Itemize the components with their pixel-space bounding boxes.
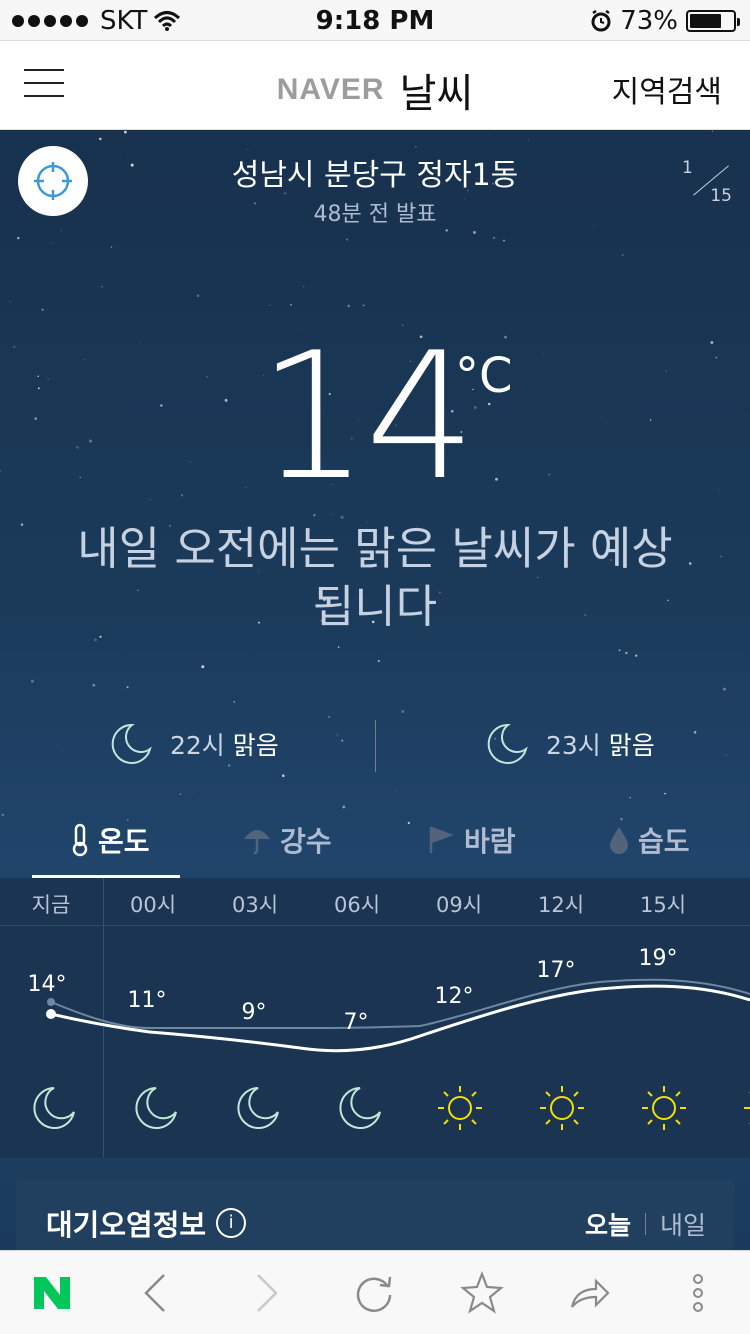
sun-icon: [540, 1086, 584, 1130]
temp-label: 12°: [434, 984, 474, 1009]
tab-wind[interactable]: 바람: [428, 820, 516, 860]
moon-icon: [237, 1087, 279, 1129]
temp-label: 9°: [241, 1000, 267, 1025]
status-bar: SKT 9:18 PM 73%: [0, 0, 750, 40]
temperature-unit: °C: [455, 348, 513, 404]
pager-total: 15: [710, 186, 732, 206]
temp-label: 7°: [343, 1010, 369, 1035]
more-icon[interactable]: [676, 1271, 720, 1315]
temp-label: 19°: [638, 946, 678, 971]
short-forecast: 22시 맑음 23시 맑음: [0, 715, 750, 785]
browser-toolbar: [0, 1250, 750, 1334]
location-pager[interactable]: 1 15: [678, 156, 732, 206]
temp-label: 14°: [27, 972, 67, 997]
bookmark-star-icon[interactable]: [460, 1271, 504, 1315]
moon-icon: [339, 1087, 381, 1129]
moon-icon: [33, 1087, 75, 1129]
current-temperature: 14: [257, 316, 477, 519]
back-icon[interactable]: [134, 1271, 178, 1315]
air-quality-card: 대기오염정보 i 오늘 내일: [16, 1180, 734, 1250]
thermometer-icon: [72, 823, 88, 857]
sun-icon: [438, 1086, 482, 1130]
moon-icon: [111, 723, 152, 764]
info-icon[interactable]: i: [216, 1208, 247, 1238]
region-search-link[interactable]: 지역검색: [612, 67, 722, 111]
air-quality-tabs: 오늘 내일: [585, 1206, 706, 1242]
flag-icon: [429, 827, 454, 853]
tab-today[interactable]: 오늘: [585, 1206, 631, 1242]
published-time: 48분 전 발표: [313, 202, 437, 227]
battery-icon: [686, 10, 740, 32]
umbrella-icon: [244, 830, 270, 855]
location-name[interactable]: 성남시 분당구 정자1동: [0, 150, 750, 194]
sun-icon-partial: [744, 1092, 750, 1124]
drop-icon: [610, 827, 628, 854]
forecast-item: 22시 맑음: [108, 721, 279, 767]
forward-icon[interactable]: [244, 1271, 288, 1315]
moon-icon: [487, 723, 528, 764]
alarm-icon: [591, 10, 611, 32]
temp-label: 17°: [536, 958, 576, 983]
moon-icon: [135, 1087, 177, 1129]
tab-precipitation[interactable]: 강수: [242, 820, 332, 860]
naver-logo: NAVER: [276, 73, 385, 106]
metric-tabs: 온도 강수 바람 습도: [0, 810, 750, 880]
tab-tomorrow[interactable]: 내일: [660, 1206, 706, 1242]
refresh-icon[interactable]: [352, 1271, 396, 1315]
share-icon[interactable]: [568, 1271, 612, 1315]
temp-label: 11°: [127, 988, 167, 1013]
naver-home-icon[interactable]: [30, 1271, 74, 1315]
air-quality-title: 대기오염정보 i: [46, 1202, 247, 1244]
pager-current: 1: [682, 158, 693, 178]
weather-description: 내일 오전에는 맑은 날씨가 예상됩니다: [77, 522, 673, 633]
tab-temperature[interactable]: 온도: [70, 820, 150, 860]
weather-panel: 성남시 분당구 정자1동 48분 전 발표 1 15 14 °C 내일 오전에는…: [0, 130, 750, 1250]
forecast-item: 23시 맑음: [484, 721, 655, 767]
hourly-forecast[interactable]: 지금 00시 03시 06시 09시 12시 15시 1 14° 11° 9° …: [0, 878, 750, 1158]
page-title: 날씨: [399, 71, 474, 117]
tab-humidity[interactable]: 습도: [608, 820, 690, 860]
app-header: NAVER 날씨 지역검색: [0, 40, 750, 130]
sun-icon: [642, 1086, 686, 1130]
battery-percent: 73%: [620, 6, 678, 36]
